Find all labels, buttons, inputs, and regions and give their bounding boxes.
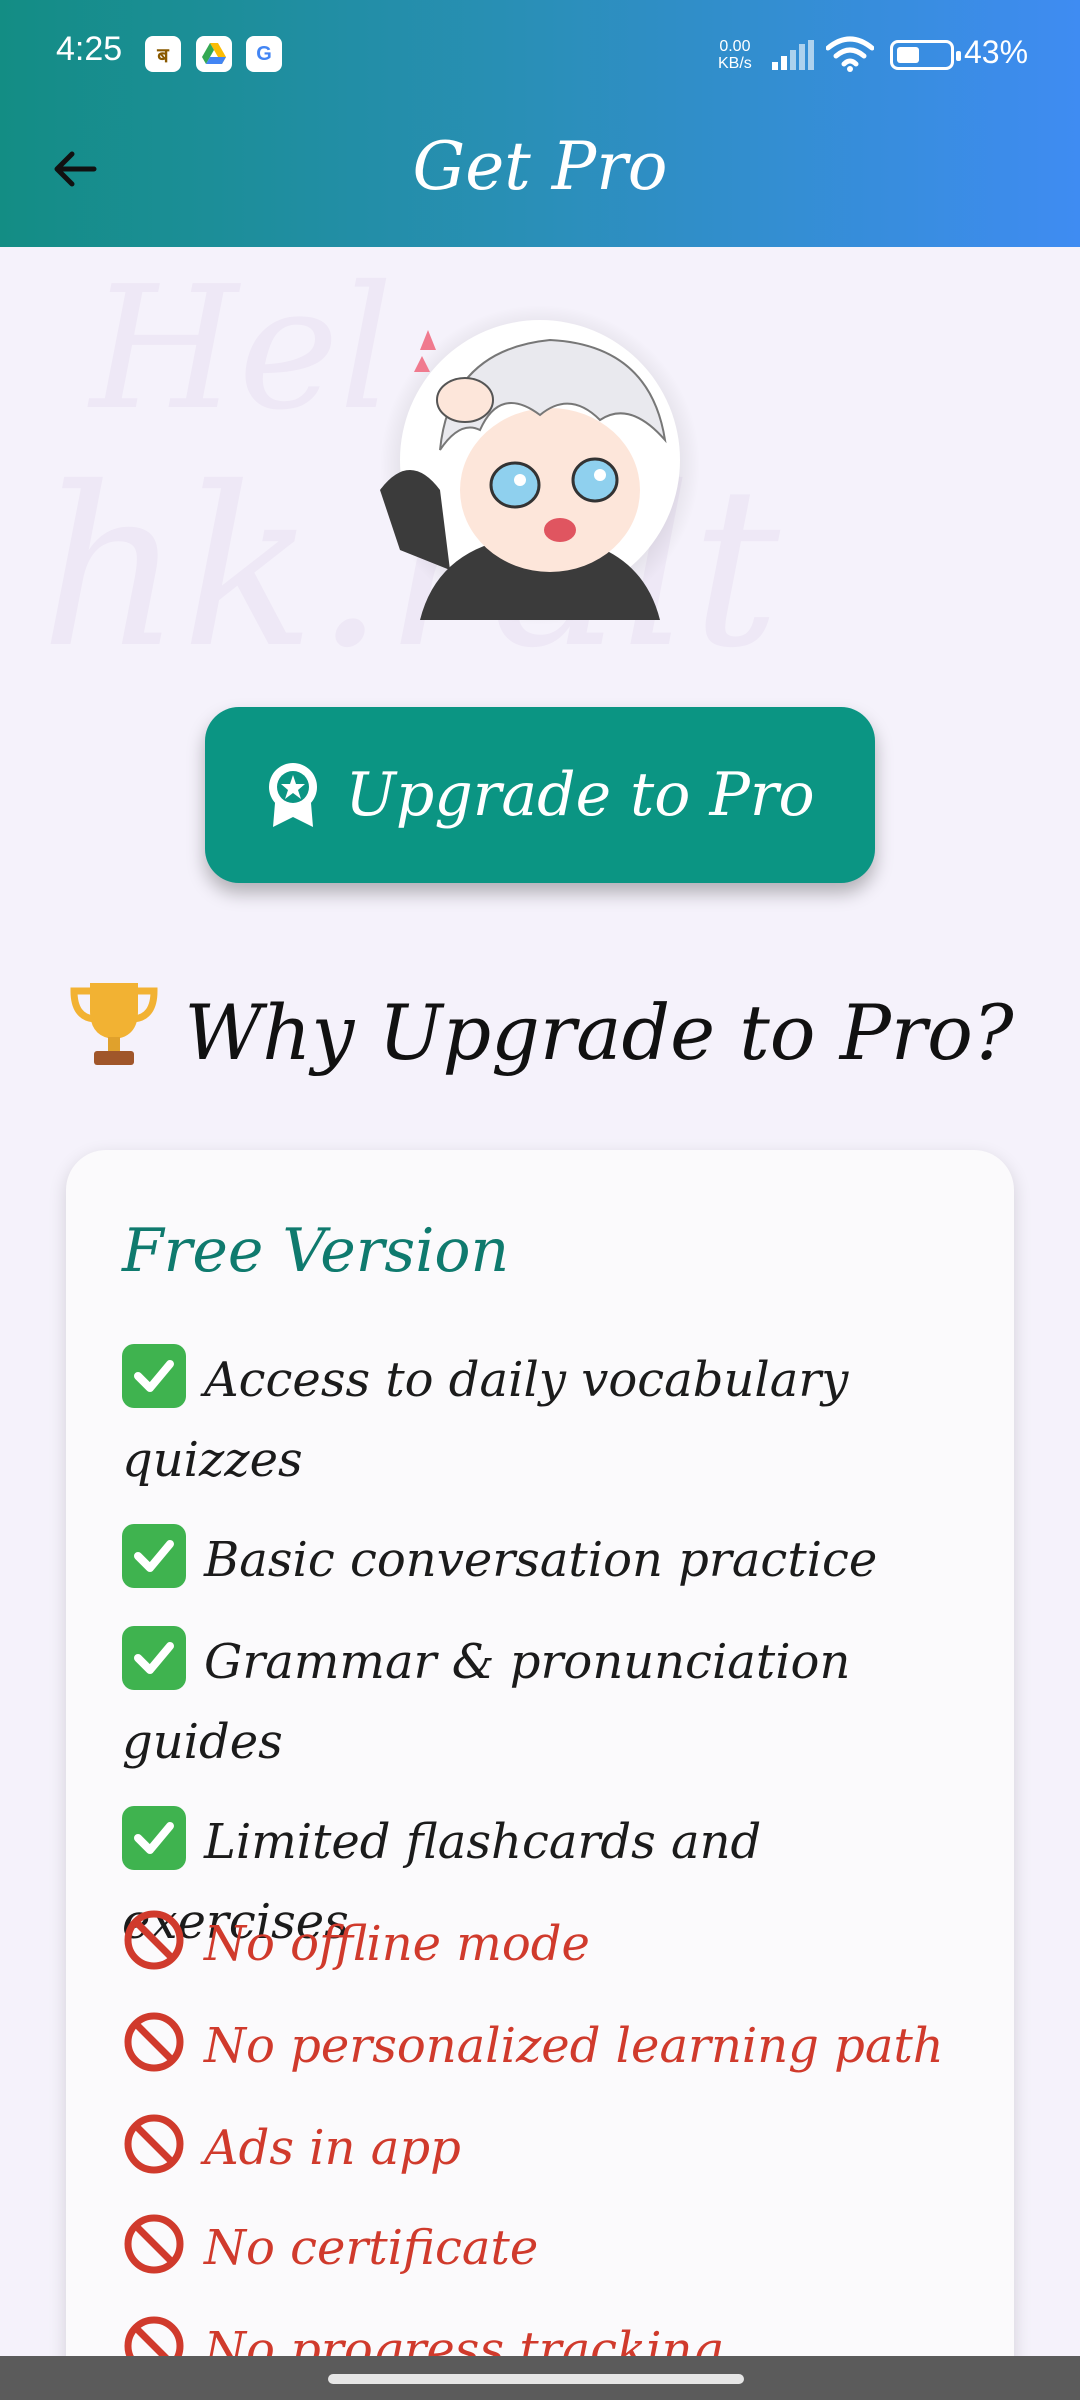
list-item: No personalized learning path xyxy=(122,2006,982,2086)
net-speed-unit: KB/s xyxy=(718,55,752,72)
why-heading-text: Why Upgrade to Pro? xyxy=(184,988,1014,1077)
free-version-card: Free Version Access to daily vocabulary … xyxy=(66,1150,1014,2400)
app-icon-hindi: ब xyxy=(145,36,181,72)
upgrade-to-pro-button[interactable]: Upgrade to Pro xyxy=(205,707,875,883)
feature-label: Basic conversation practice xyxy=(204,1532,878,1588)
feature-label: No offline mode xyxy=(204,1916,590,1972)
feature-label: Grammar & pronunciation guides xyxy=(122,1634,851,1770)
check-icon xyxy=(122,1344,186,1408)
net-speed-value: 0.00 xyxy=(719,38,751,55)
wifi-icon xyxy=(826,36,874,72)
list-item: Access to daily vocabulary quizzes xyxy=(122,1340,982,1500)
net-speed: 0.00 KB/s xyxy=(718,38,752,72)
app-bar: 4:25 ब G 0.00 KB/s 43% Get Pro xyxy=(0,0,1080,247)
card-title: Free Version xyxy=(122,1216,510,1286)
google-icon: G xyxy=(246,36,282,72)
watermark-text-top: Hel xyxy=(90,250,394,448)
feature-label: Ads in app xyxy=(204,2120,461,2176)
badge-star-icon xyxy=(269,763,318,827)
prohibited-icon xyxy=(124,2012,184,2072)
battery-icon xyxy=(890,40,961,70)
list-item: No offline mode xyxy=(122,1904,982,1984)
list-item: Grammar & pronunciation guides xyxy=(122,1622,982,1782)
page-title: Get Pro xyxy=(412,128,668,205)
battery-percent: 43% xyxy=(964,34,1029,70)
check-icon xyxy=(122,1626,186,1690)
drive-icon xyxy=(196,36,232,72)
check-icon xyxy=(122,1806,186,1870)
check-icon xyxy=(122,1524,186,1588)
trophy-icon xyxy=(70,983,158,1065)
list-item: Ads in app xyxy=(122,2108,982,2188)
list-item: Basic conversation practice xyxy=(122,1520,982,1600)
mascot-avatar xyxy=(380,305,700,625)
status-time: 4:25 xyxy=(56,30,123,68)
home-gesture-handle[interactable] xyxy=(328,2374,744,2384)
upgrade-button-label: Upgrade to Pro xyxy=(345,760,815,830)
list-item: No certificate xyxy=(122,2208,982,2288)
signal-icon xyxy=(772,40,814,70)
feature-label: No certificate xyxy=(204,2220,539,2276)
feature-label: Access to daily vocabulary quizzes xyxy=(122,1352,849,1488)
feature-label: No personalized learning path xyxy=(204,2018,944,2074)
status-bar: 4:25 ब G 0.00 KB/s 43% xyxy=(0,0,1080,110)
prohibited-icon xyxy=(124,2214,184,2274)
why-upgrade-heading: Why Upgrade to Pro? xyxy=(0,975,1080,1077)
prohibited-icon xyxy=(124,1910,184,1970)
prohibited-icon xyxy=(124,2114,184,2174)
